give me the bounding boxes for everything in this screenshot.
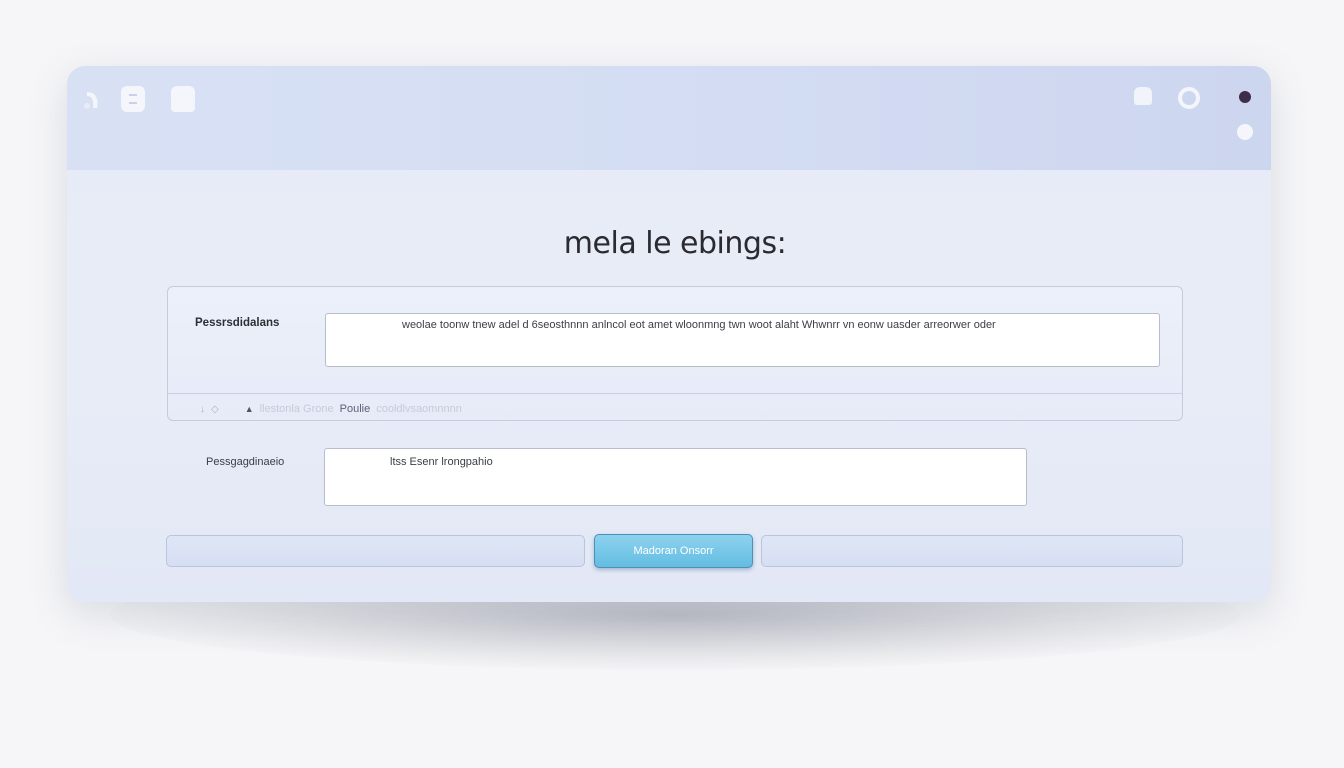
circle-icon[interactable] (1237, 124, 1253, 140)
field2-label: Pessgagdinaeio (206, 456, 285, 468)
right-bar-button[interactable] (761, 535, 1183, 567)
lock-icon: ▲ (244, 404, 254, 414)
page-title: mela le ebings: (563, 226, 787, 261)
diamond-icon[interactable]: ◇ (211, 404, 219, 415)
hint-text-c: cooldlvsaomnnnn (376, 403, 462, 415)
field2-input[interactable]: ltss Esenr lrongpahio (324, 448, 1027, 506)
settings-window: mela le ebings: Pessrsdidalans weolae to… (67, 66, 1271, 602)
field1-label: Pessrsdidalans (195, 317, 280, 329)
title-bar (67, 66, 1271, 170)
bell-icon[interactable] (1134, 87, 1152, 105)
hint-link[interactable]: Poulie (340, 403, 371, 415)
hint-row: ↓ ◇ ▲ llestonla Grone Poulie cooldlvsaom… (200, 401, 462, 417)
back-icon[interactable] (81, 88, 103, 112)
left-bar-button[interactable] (166, 535, 585, 567)
field1-input[interactable]: weolae toonw tnew adel d 6seosthnnn anln… (325, 313, 1160, 367)
document-icon[interactable] (171, 86, 195, 112)
panel-divider (168, 393, 1182, 394)
arrow-icon[interactable]: ↓ (200, 404, 205, 415)
hint-text-a: llestonla Grone (259, 403, 334, 415)
ring-icon[interactable] (1178, 87, 1200, 109)
record-icon[interactable] (1237, 89, 1253, 105)
primary-button[interactable]: Madoran Onsorr (594, 534, 753, 568)
field-panel: Pessrsdidalans weolae toonw tnew adel d … (167, 286, 1183, 421)
document-icon[interactable] (121, 86, 145, 112)
